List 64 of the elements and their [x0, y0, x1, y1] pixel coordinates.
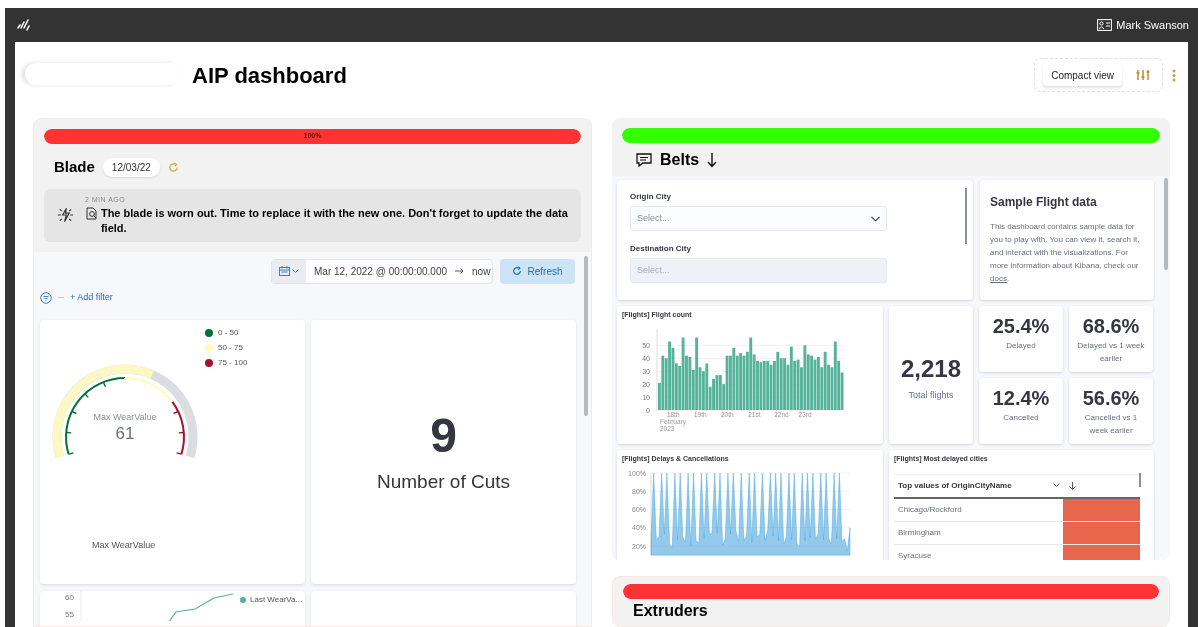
scrollbar [965, 188, 967, 244]
user-name[interactable]: Mark Swanson [1116, 16, 1189, 34]
metric-value: 68.6% [1082, 314, 1140, 339]
table-cell-text: Birmingham [897, 526, 942, 539]
calendar-icon [279, 266, 290, 276]
refresh-icon [512, 266, 523, 276]
metric-value: 25.4% [992, 314, 1050, 339]
quick-menu-button[interactable] [272, 259, 306, 283]
metric-label: Total flights [908, 389, 954, 402]
logo-icon[interactable] [17, 19, 31, 31]
axis-label: 55 [65, 609, 74, 619]
legend-label: 50 - 75 [218, 341, 243, 354]
arrow-down-icon[interactable] [707, 152, 718, 168]
alert-message: The blade is worn out. Time to replace it with the new one. Don't forget to update the data field. [100, 205, 569, 236]
chevron-down-icon [292, 268, 299, 274]
sort-arrow-icon[interactable] [1069, 481, 1076, 490]
arrow-right-icon [455, 268, 465, 274]
lightning-burst-icon [56, 206, 75, 225]
legend-label: 75 - 100 [218, 356, 248, 369]
sliders-icon[interactable] [1136, 69, 1150, 81]
info-text: This dashboard contains sample data for you to play with. You can view it, search it, and interact with the visualizations. For more information about Kibana, check our docs. [990, 221, 1141, 285]
panel-title: Extruders [633, 601, 708, 620]
info-title: Sample Flight data [990, 194, 1098, 211]
gauge-label: Max WearValue [93, 411, 157, 422]
gauge-caption: Max WearValue [92, 538, 156, 552]
metric-label: Number of Cuts [376, 469, 510, 494]
metric-label: Delayed vs 1 week earlier [1076, 340, 1146, 365]
scrollbar [1139, 473, 1141, 487]
legend-label: Last WearVa... [250, 593, 303, 606]
chevron-down-icon[interactable] [1053, 483, 1060, 488]
metric-value: 9 [430, 407, 457, 464]
chevron-down-icon [871, 215, 880, 222]
metric-value: 12.4% [992, 386, 1050, 411]
date-range-picker[interactable]: Mar 12, 2022 @ 00:00:00.000 now [271, 258, 493, 284]
table-cell-text: Syracuse [897, 549, 933, 560]
start-date[interactable]: Mar 12, 2022 @ 00:00:00.000 [314, 263, 448, 279]
table-cell-text: Chicago/Rockford [897, 503, 963, 516]
document-search-icon [84, 206, 98, 220]
kebab-menu-icon[interactable] [1172, 68, 1176, 82]
dashboard-title: AIP dashboard [192, 61, 347, 90]
refresh-button[interactable]: Refresh [500, 258, 575, 284]
legend-label: 0 - 50 [218, 326, 239, 339]
select-field: Select... [630, 258, 887, 283]
filter-icon[interactable] [40, 291, 52, 304]
end-date[interactable]: now [472, 263, 491, 279]
date-badge: 12/03/22 [102, 157, 160, 177]
metric-label: Cancelled vs 1 week earlier [1083, 412, 1139, 437]
axis-label: 60 [65, 592, 74, 602]
panel-title: Belts [660, 150, 700, 170]
docs-link[interactable]: docs [990, 274, 1007, 283]
line-chart-drawing [167, 592, 234, 621]
gauge-value: 61 [115, 423, 135, 443]
user-card-icon [1097, 19, 1113, 31]
field-label: Origin City [630, 191, 672, 203]
compact-view-button[interactable]: Compact view [1043, 64, 1122, 86]
chat-icon [636, 153, 652, 167]
metric-label: Cancelled [1002, 412, 1040, 424]
metric-label: Delayed [1005, 340, 1037, 352]
refresh-icon[interactable] [167, 161, 179, 173]
field-label: Destination City [630, 243, 692, 255]
panel-title: Blade [54, 156, 95, 177]
add-filter-link[interactable]: + Add filter [70, 290, 113, 305]
metric-value: 2,218 [900, 354, 962, 384]
metric-value: 56.6% [1082, 386, 1140, 411]
